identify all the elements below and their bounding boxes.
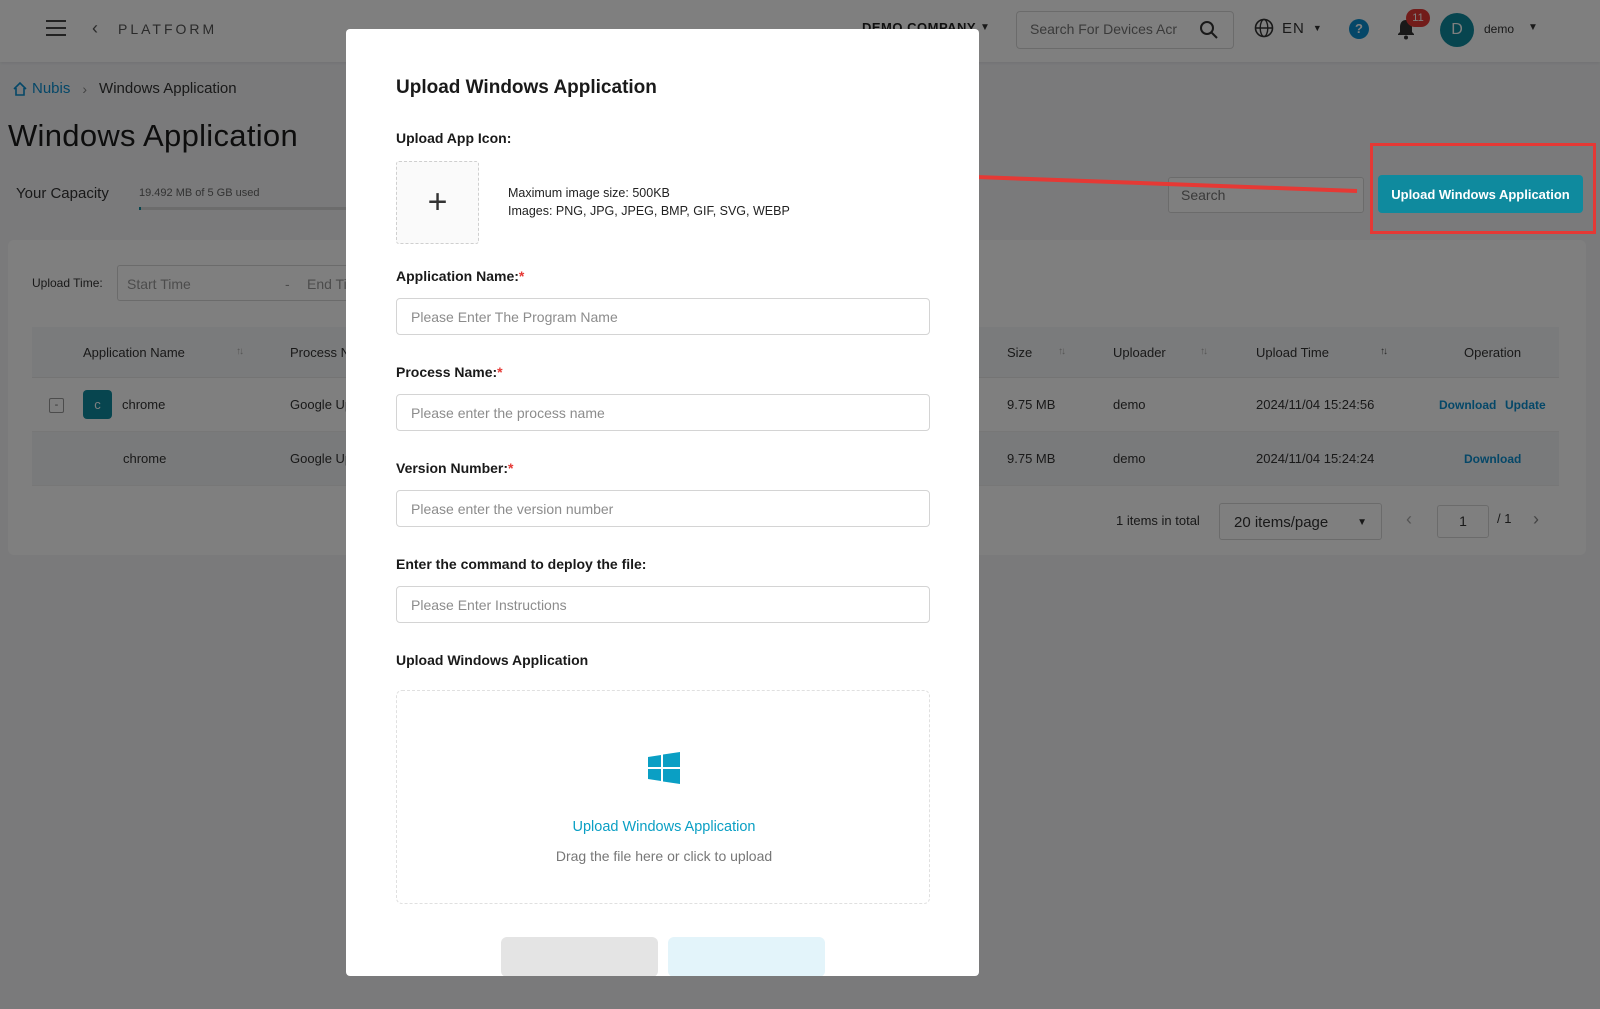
required-mark: * [508,460,514,476]
command-field[interactable] [396,586,930,623]
dropzone-title[interactable]: Upload Windows Application [397,819,931,835]
upload-section-label: Upload Windows Application [396,652,589,668]
icon-size-hint: Maximum image size: 500KB [508,186,670,200]
process-name-field[interactable] [396,394,930,431]
cancel-button[interactable] [501,937,658,976]
version-number-label: Version Number:* [396,460,514,476]
upload-modal: Upload Windows Application Upload App Ic… [346,29,979,976]
upload-icon-button[interactable]: + [396,161,479,244]
file-dropzone[interactable]: Upload Windows Application Drag the file… [396,690,930,904]
icon-types-hint: Images: PNG, JPG, JPEG, BMP, GIF, SVG, W… [508,204,790,218]
version-number-field[interactable] [396,490,930,527]
confirm-button[interactable] [668,937,825,976]
dropzone-hint: Drag the file here or click to upload [555,848,773,864]
app-name-label: Application Name:* [396,268,525,284]
required-mark: * [497,364,503,380]
command-label: Enter the command to deploy the file: [396,556,647,572]
app-name-input[interactable] [411,309,911,325]
app-icon-label: Upload App Icon: [396,130,512,146]
process-name-label: Process Name:* [396,364,503,380]
version-number-input[interactable] [411,501,911,517]
command-input[interactable] [411,597,911,613]
plus-icon: + [427,183,448,221]
windows-logo-icon [648,752,680,784]
modal-title: Upload Windows Application [396,77,657,98]
app-name-field[interactable] [396,298,930,335]
process-name-input[interactable] [411,405,911,421]
required-mark: * [518,268,525,284]
upload-windows-application-button[interactable]: Upload Windows Application [1378,175,1583,213]
